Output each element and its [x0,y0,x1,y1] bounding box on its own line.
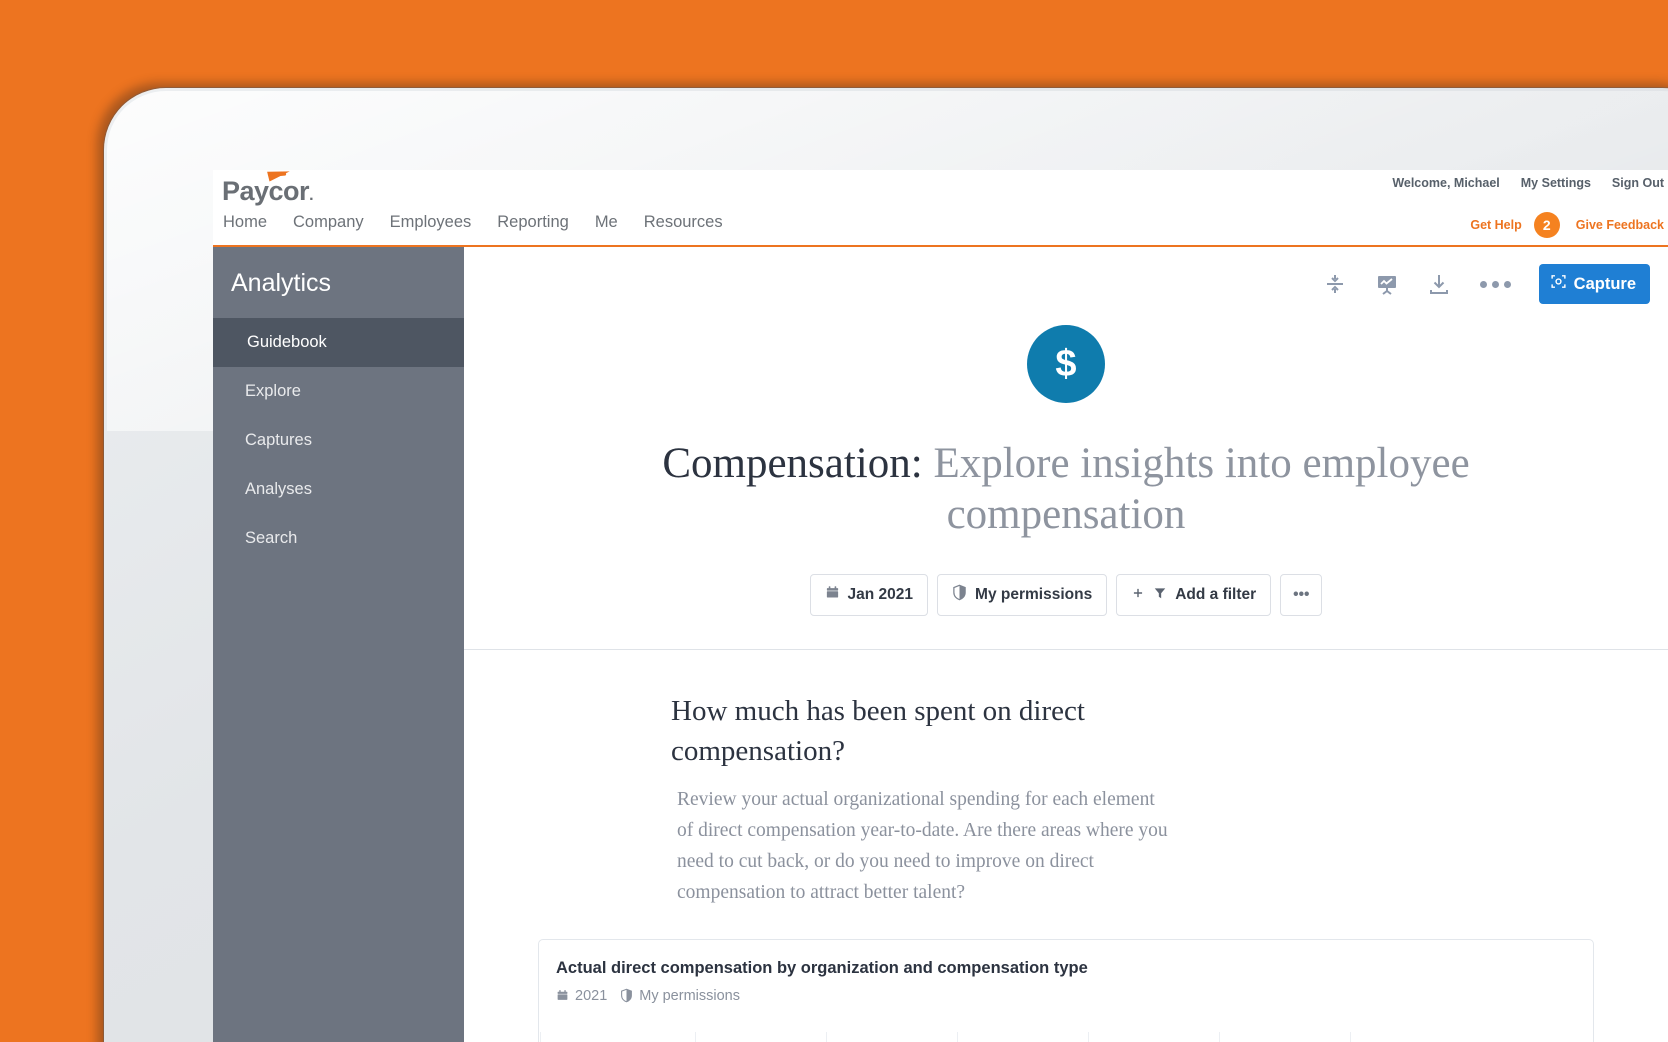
chart-card: Actual direct compensation by organizati… [538,939,1594,1042]
dot [1480,281,1487,288]
paycor-logo[interactable]: Paycor. [222,178,313,205]
dot [1504,281,1511,288]
question-section: How much has been spent on direct compen… [464,650,1668,1042]
hero-section: $ Compensation: Explore insights into em… [464,307,1668,650]
nav-item-home[interactable]: Home [223,210,267,234]
give-feedback-link[interactable]: Give Feedback [1576,218,1664,232]
screenshot-root: Paycor. Home Company Employees Reporting… [0,0,1668,1042]
page-title-subject: Explore insights into employee compensat… [933,440,1469,538]
filter-date[interactable]: Jan 2021 [810,574,929,616]
filter-bar: Jan 2021 My permissions [464,574,1668,616]
nav-item-company[interactable]: Company [293,210,364,234]
filter-date-label: Jan 2021 [848,586,914,604]
gridline [957,1032,958,1042]
calendar-icon [556,989,569,1002]
chart-meta-year-label: 2021 [575,988,607,1004]
collapse-icon[interactable] [1322,271,1348,297]
logo-registered-mark: . [309,187,313,204]
presentation-icon[interactable] [1374,271,1400,297]
sign-out-link[interactable]: Sign Out [1612,176,1664,190]
more-options-icon[interactable] [1478,281,1513,288]
sidebar-item-captures[interactable]: Captures [213,416,464,465]
gridline [695,1032,696,1042]
content-toolbar: Capture [464,247,1668,307]
application-screen: Paycor. Home Company Employees Reporting… [213,170,1668,1042]
shield-icon [952,584,967,606]
add-filter-button[interactable]: Add a filter [1116,574,1271,616]
welcome-message: Welcome, Michael [1392,176,1499,190]
gridline [826,1032,827,1042]
calendar-icon [825,585,840,605]
my-settings-link[interactable]: My Settings [1521,176,1591,190]
question-wrapper: How much has been spent on direct compen… [671,692,1461,908]
nav-item-reporting[interactable]: Reporting [497,210,569,234]
get-help-link[interactable]: Get Help [1470,218,1521,232]
chart-plot-area[interactable]: Base Pay Other Supplemental Pay [540,1032,1592,1042]
plus-icon [1131,586,1145,605]
get-help-count-badge[interactable]: 2 [1534,212,1560,238]
chart-meta-year: 2021 [556,988,607,1004]
chart-card-meta: 2021 My permissions [539,988,1593,1004]
sidebar-item-search[interactable]: Search [213,514,464,563]
sidebar: Analytics Guidebook Explore Captures Ana… [213,247,464,1042]
filter-permissions-label: My permissions [975,586,1092,604]
sidebar-item-explore[interactable]: Explore [213,367,464,416]
nav-item-employees[interactable]: Employees [390,210,472,234]
sidebar-item-guidebook[interactable]: Guidebook [213,318,464,367]
chart-card-title: Actual direct compensation by organizati… [539,959,1593,978]
chart-meta-permissions: My permissions [620,988,740,1004]
question-title: How much has been spent on direct compen… [671,692,1091,770]
sidebar-title: Analytics [213,247,464,318]
chart-meta-permissions-label: My permissions [639,988,740,1004]
dot [1492,281,1499,288]
add-filter-label: Add a filter [1175,586,1256,604]
main-content: Capture $ Compensation: Explore insights… [464,247,1668,1042]
funnel-icon [1153,586,1167,605]
gridline [1088,1032,1089,1042]
download-icon[interactable] [1426,271,1452,297]
page-title: Compensation: Explore insights into empl… [464,439,1668,540]
capture-button-label: Capture [1574,275,1636,294]
capture-icon [1550,273,1567,295]
main-navigation[interactable]: Home Company Employees Reporting Me Reso… [223,210,723,234]
page-title-prefix: Compensation: [662,440,922,487]
paycor-logo-text: Paycor [222,176,309,206]
paycor-header: Paycor. Home Company Employees Reporting… [213,170,1668,247]
chart-gridlines [540,1032,1592,1042]
app-body: Analytics Guidebook Explore Captures Ana… [213,247,1668,1042]
gridline [540,1032,541,1042]
more-filters-button[interactable]: ••• [1280,574,1322,616]
filter-permissions[interactable]: My permissions [937,574,1107,616]
sidebar-item-analyses[interactable]: Analyses [213,465,464,514]
shield-icon [620,988,633,1003]
nav-item-me[interactable]: Me [595,210,618,234]
gridline [1219,1032,1220,1042]
dollar-badge-icon: $ [1027,325,1105,403]
utility-links-top: Welcome, Michael My Settings Sign Out [1392,176,1664,190]
utility-links-bottom: Get Help 2 Give Feedback [1470,212,1664,238]
question-body: Review your actual organizational spendi… [671,784,1171,909]
nav-item-resources[interactable]: Resources [644,210,723,234]
capture-button[interactable]: Capture [1539,264,1650,304]
gridline [1350,1032,1351,1042]
